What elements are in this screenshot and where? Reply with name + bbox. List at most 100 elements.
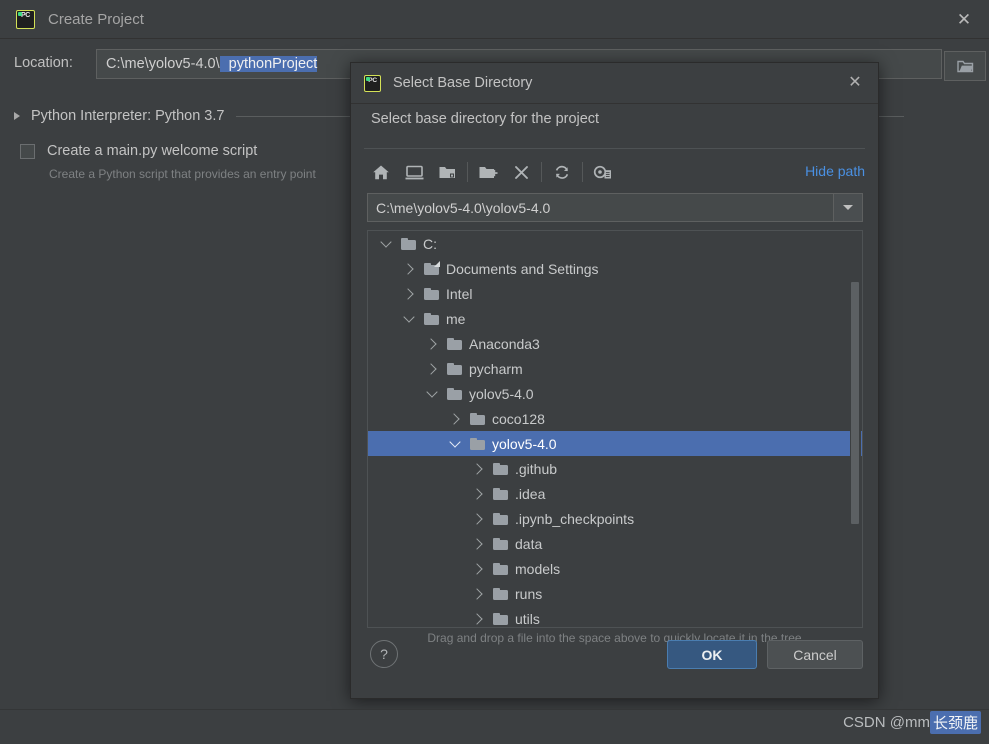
path-combo-input[interactable]: C:\me\yolov5-4.0\yolov5-4.0 [367, 193, 863, 222]
watermark-prefix: CSDN @mm [843, 714, 930, 731]
tree-row[interactable]: data [368, 531, 862, 556]
tree-row[interactable]: C: [368, 231, 862, 256]
desktop-icon[interactable] [399, 157, 429, 187]
tree-row[interactable]: .github [368, 456, 862, 481]
tree-row[interactable]: pycharm [368, 356, 862, 381]
close-icon[interactable]: ✕ [844, 72, 866, 94]
tree-row-label: .github [515, 460, 558, 477]
refresh-icon[interactable] [547, 157, 577, 187]
chevron-right-icon[interactable] [447, 406, 463, 431]
chevron-right-icon[interactable] [470, 456, 486, 481]
chevron-right-icon[interactable] [470, 581, 486, 606]
welcome-script-description: Create a Python script that provides an … [49, 167, 316, 181]
folder-icon [424, 287, 439, 300]
location-browse-button[interactable] [944, 51, 986, 81]
tree-row[interactable]: coco128 [368, 406, 862, 431]
tree-row-label: runs [515, 585, 543, 602]
pycharm-icon [16, 9, 35, 29]
chevron-right-icon[interactable] [424, 331, 440, 356]
tree-row[interactable]: Intel [368, 281, 862, 306]
location-label: Location: [14, 55, 73, 71]
new-folder-icon[interactable] [473, 157, 503, 187]
tree-row[interactable]: models [368, 556, 862, 581]
chevron-down-icon[interactable] [447, 431, 463, 456]
tree-row[interactable]: Anaconda3 [368, 331, 862, 356]
folder-icon [493, 462, 508, 475]
tree-row[interactable]: utils [368, 606, 862, 627]
select-base-directory-dialog: Select Base Directory ✕ Select base dire… [350, 62, 879, 699]
tree-row[interactable]: me [368, 306, 862, 331]
tree-row-label: Intel [446, 285, 473, 302]
watermark: CSDN @mm 长颈鹿 [843, 711, 981, 734]
dialog-subtitle: Select base directory for the project [371, 111, 600, 127]
folder-icon [401, 237, 416, 250]
chevron-down-icon[interactable] [378, 231, 394, 256]
chevron-down-icon[interactable] [424, 381, 440, 406]
chevron-right-icon[interactable] [401, 256, 417, 281]
folder-shortcut-icon [424, 260, 440, 275]
dialog-title: Select Base Directory [393, 75, 533, 91]
tree-row[interactable]: yolov5-4.0 [368, 431, 862, 456]
python-interpreter-label: Python Interpreter: Python 3.7 [31, 108, 225, 124]
chevron-down-icon[interactable] [401, 306, 417, 331]
welcome-script-checkbox[interactable] [20, 143, 35, 159]
tree-row-label: me [446, 310, 466, 327]
home-icon[interactable] [366, 157, 396, 187]
tree-row-label: yolov5-4.0 [492, 435, 557, 452]
chevron-right-icon[interactable] [470, 481, 486, 506]
dialog-divider [364, 148, 865, 149]
tree-row[interactable]: .ipynb_checkpoints [368, 506, 862, 531]
tree-row-label: data [515, 535, 543, 552]
toolbar-separator [582, 162, 583, 182]
folder-icon [447, 362, 462, 375]
dialog-toolbar: Hide path [366, 155, 865, 190]
folder-icon [493, 537, 508, 550]
folder-icon [447, 337, 462, 350]
folder-icon [956, 60, 973, 73]
tree-row-label: utils [515, 610, 540, 627]
folder-icon [493, 587, 508, 600]
triangle-right-icon [14, 112, 20, 120]
folder-project-icon[interactable] [432, 157, 462, 187]
directory-tree[interactable]: C: Documents and Settings Intel me Anaconda3… [367, 230, 863, 628]
tree-row[interactable]: Documents and Settings [368, 256, 862, 281]
delete-icon[interactable] [506, 157, 536, 187]
folder-icon [470, 412, 485, 425]
folder-icon [447, 387, 462, 400]
dialog-titlebar: Select Base Directory [351, 63, 878, 104]
close-icon[interactable]: ✕ [953, 8, 975, 30]
tree-row[interactable]: runs [368, 581, 862, 606]
folder-icon [470, 437, 485, 450]
taskbar [0, 709, 989, 744]
tree-row-label: Anaconda3 [469, 335, 540, 352]
tree-scrollbar-thumb[interactable] [851, 282, 859, 524]
tree-row-label: Documents and Settings [446, 260, 599, 277]
toolbar-separator [467, 162, 468, 182]
cancel-button[interactable]: Cancel [767, 640, 863, 669]
tree-row[interactable]: yolov5-4.0 [368, 381, 862, 406]
chevron-right-icon[interactable] [401, 281, 417, 306]
path-combo-value: C:\me\yolov5-4.0\yolov5-4.0 [376, 199, 551, 216]
ok-button[interactable]: OK [667, 640, 757, 669]
chevron-right-icon[interactable] [470, 506, 486, 531]
tree-row-label: pycharm [469, 360, 523, 377]
folder-icon [424, 312, 439, 325]
chevron-right-icon[interactable] [470, 531, 486, 556]
welcome-script-checkbox-row[interactable]: Create a main.py welcome script [20, 143, 257, 159]
folder-icon [493, 487, 508, 500]
show-hidden-files-icon[interactable] [588, 157, 618, 187]
folder-icon [493, 612, 508, 625]
help-button[interactable]: ? [370, 640, 398, 668]
hide-path-link[interactable]: Hide path [805, 163, 865, 179]
toolbar-separator [541, 162, 542, 182]
tree-row[interactable]: .idea [368, 481, 862, 506]
chevron-right-icon[interactable] [424, 356, 440, 381]
chevron-down-icon[interactable] [833, 194, 862, 221]
folder-icon [493, 562, 508, 575]
chevron-right-icon[interactable] [470, 606, 486, 627]
tree-row-label: .ipynb_checkpoints [515, 510, 635, 527]
tree-row-label: yolov5-4.0 [469, 385, 534, 402]
chevron-right-icon[interactable] [470, 556, 486, 581]
location-value-selected: pythonProject [219, 56, 318, 72]
tree-scrollbar[interactable] [850, 232, 861, 626]
